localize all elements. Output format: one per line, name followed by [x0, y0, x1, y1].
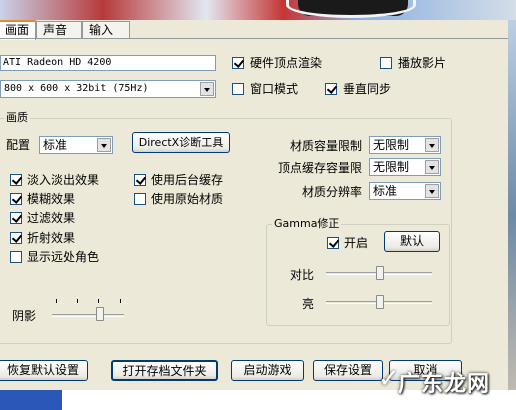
original-texture-label: 使用原始材质 [151, 192, 224, 206]
texture-resolution-select[interactable]: 标准 [369, 182, 441, 200]
chevron-down-icon [425, 160, 439, 174]
watermark-text: 广东龙网 [398, 372, 491, 397]
texture-limit-value: 无限制 [373, 138, 410, 152]
chevron-down-icon [200, 82, 214, 96]
refraction-effect-checkbox[interactable] [10, 232, 22, 244]
watermark-logo-icon: ✓ [378, 364, 400, 394]
gamma-group-title: Gamma修正 [272, 217, 342, 230]
watermark: ✓ 广东龙网 [378, 360, 508, 400]
directx-diagnostic-button[interactable]: DirectX诊断工具 [132, 132, 230, 153]
blur-effect-label: 模糊效果 [27, 192, 76, 206]
shadow-slider[interactable] [50, 297, 126, 327]
tab-input-label: 输入 [89, 23, 114, 37]
texture-resolution-label: 材质分辨率 [302, 185, 363, 199]
open-save-folder-button[interactable]: 打开存档文件夹 [111, 360, 218, 381]
filter-effect-label: 过滤效果 [27, 211, 76, 225]
save-settings-button[interactable]: 保存设置 [313, 360, 383, 381]
tab-sound-label: 声音 [43, 23, 68, 37]
filter-effect-checkbox[interactable] [10, 212, 22, 224]
resolution-value: 800 x 600 x 32bit (75Hz) [4, 83, 149, 94]
back-buffer-checkbox[interactable] [134, 174, 146, 186]
gamma-enable-label: 开启 [344, 236, 369, 250]
fade-effect-label: 淡入淡出效果 [27, 173, 100, 187]
vertex-cache-value: 无限制 [373, 160, 410, 174]
fade-effect-checkbox[interactable] [10, 174, 22, 186]
shadow-slider-thumb[interactable] [96, 307, 104, 321]
blur-effect-checkbox[interactable] [10, 193, 22, 205]
tab-sound[interactable]: 声音 [36, 21, 82, 39]
chevron-down-icon [425, 184, 439, 198]
vertex-cache-select[interactable]: 无限制 [369, 158, 441, 176]
distant-characters-checkbox[interactable] [10, 251, 22, 263]
chevron-down-icon [97, 138, 111, 152]
banner-artwork [0, 0, 516, 20]
original-texture-checkbox[interactable] [134, 193, 146, 205]
play-movie-label: 播放影片 [398, 56, 447, 70]
adapter-field[interactable]: ATI Radeon HD 4200 [0, 55, 216, 71]
texture-resolution-value: 标准 [373, 184, 398, 198]
contrast-slider[interactable] [324, 264, 434, 282]
contrast-label: 对比 [290, 268, 315, 282]
refraction-effect-label: 折射效果 [27, 231, 76, 245]
window-mode-label: 窗口模式 [250, 82, 299, 96]
gamma-enable-checkbox[interactable] [327, 237, 339, 249]
config-value: 标准 [43, 138, 68, 152]
vsync-checkbox[interactable] [325, 83, 337, 95]
tab-divider [0, 38, 508, 39]
brightness-slider-thumb[interactable] [376, 295, 384, 309]
back-buffer-label: 使用后台缓存 [151, 173, 224, 187]
config-label: 配置 [6, 138, 31, 152]
window-mode-checkbox[interactable] [232, 83, 244, 95]
distant-characters-label: 显示远处角色 [27, 250, 100, 264]
chevron-down-icon [425, 138, 439, 152]
contrast-slider-thumb[interactable] [376, 266, 384, 280]
restore-default-button[interactable]: 恢复默认设置 [0, 360, 88, 381]
play-movie-checkbox[interactable] [380, 57, 392, 69]
config-select[interactable]: 标准 [39, 136, 113, 154]
brightness-label: 亮 [302, 297, 315, 311]
window-edge-artwork [508, 20, 516, 410]
resolution-select[interactable]: 800 x 600 x 32bit (75Hz) [0, 80, 216, 98]
vsync-label: 垂直同步 [343, 82, 392, 96]
texture-limit-label: 材质容量限制 [290, 139, 363, 153]
texture-limit-select[interactable]: 无限制 [369, 136, 441, 154]
hw-vertex-checkbox[interactable] [232, 57, 244, 69]
hw-vertex-label: 硬件顶点渲染 [250, 56, 323, 70]
tab-display-label: 画面 [5, 23, 30, 37]
tab-input[interactable]: 输入 [82, 21, 130, 39]
vertex-cache-label: 顶点缓存容量限 [278, 161, 363, 175]
tab-display[interactable]: 画面 [0, 20, 36, 40]
gamma-default-button[interactable]: 默认 [384, 231, 440, 252]
start-game-button[interactable]: 启动游戏 [231, 360, 304, 381]
shadow-label: 阴影 [12, 309, 37, 323]
brightness-slider[interactable] [324, 293, 434, 311]
quality-group-title: 画质 [4, 111, 30, 124]
